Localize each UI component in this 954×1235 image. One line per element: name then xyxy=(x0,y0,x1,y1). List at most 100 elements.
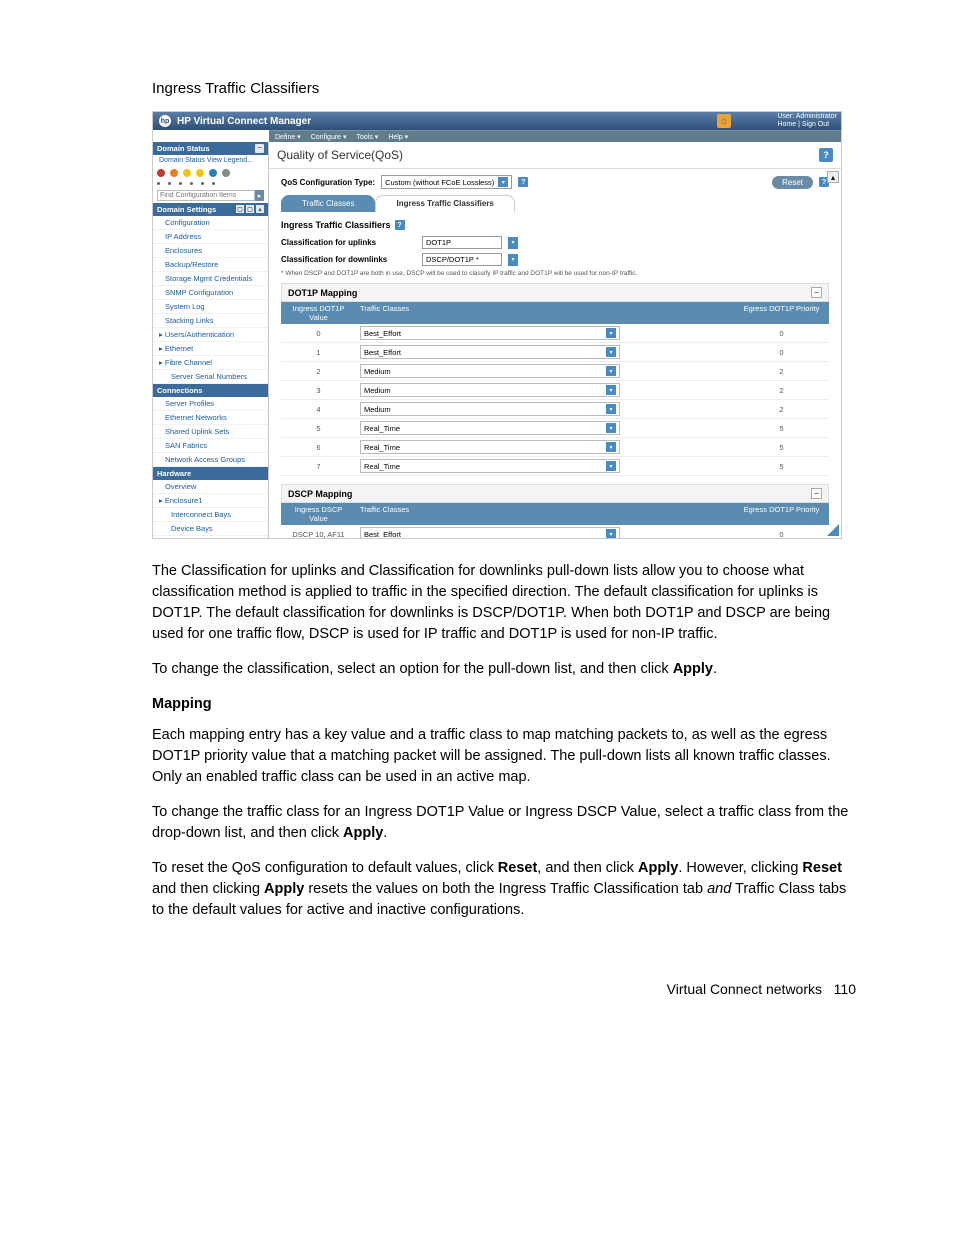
hp-logo-icon: hp xyxy=(159,115,171,127)
sidebar-domain-sub[interactable]: Domain Status View Legend... xyxy=(153,155,268,166)
chevron-down-icon[interactable]: ▾ xyxy=(508,237,518,249)
help-icon[interactable]: ? xyxy=(395,220,405,230)
sidebar-item[interactable]: Backup/Restore xyxy=(153,258,268,272)
table-row: DSCP 10, AF11 Best_Effort▾ 0 xyxy=(281,525,829,538)
tab-traffic-classes[interactable]: Traffic Classes xyxy=(281,195,375,212)
sidebar-item[interactable]: SAN Fabrics xyxy=(153,439,268,453)
egress-priority: 0 xyxy=(734,528,829,539)
menu-help[interactable]: Help ▾ xyxy=(388,133,408,141)
traffic-class-select[interactable]: Medium▾ xyxy=(360,402,620,416)
sidebar-domain-status-header[interactable]: Domain Status − xyxy=(153,142,268,155)
menu-tools[interactable]: Tools ▾ xyxy=(357,133,379,141)
paragraph: Each mapping entry has a key value and a… xyxy=(152,725,856,788)
status-unknown-icon[interactable] xyxy=(222,169,230,177)
chevron-down-icon: ▾ xyxy=(606,366,616,376)
ingress-value: 1 xyxy=(281,346,356,359)
menu-configure[interactable]: Configure ▾ xyxy=(311,133,347,141)
collapse-icon[interactable]: − xyxy=(811,287,822,298)
sidebar-item-ethernet[interactable]: ▸ Ethernet xyxy=(153,342,268,356)
traffic-class-select[interactable]: Real_Time▾ xyxy=(360,421,620,435)
paragraph: To change the classification, select an … xyxy=(152,659,856,680)
egress-priority: 2 xyxy=(734,365,829,378)
help-icon[interactable]: ? xyxy=(518,177,528,187)
sidebar-item[interactable]: Enclosures xyxy=(153,244,268,258)
traffic-class-cell: Real_Time▾ xyxy=(356,419,734,437)
egress-priority: 0 xyxy=(734,346,829,359)
tabs: Traffic Classes Ingress Traffic Classifi… xyxy=(281,195,829,212)
traffic-class-select[interactable]: Medium▾ xyxy=(360,364,620,378)
sidebar-connections-header[interactable]: Connections xyxy=(153,384,268,397)
dscp-table-header: Ingress DSCP Value Traffic Classes Egres… xyxy=(281,503,829,525)
sidebar-item[interactable]: Server Profiles xyxy=(153,397,268,411)
user-links[interactable]: Home | Sign Out xyxy=(777,121,837,129)
sidebar-item-remote-enclosure[interactable]: ▸ RemoteEnclosure1 xyxy=(153,536,268,538)
sidebar-domain-settings-header[interactable]: Domain Settings ▢▢▴ xyxy=(153,203,268,216)
home-icon[interactable] xyxy=(717,114,731,128)
dscp-mapping-header[interactable]: DSCP Mapping − xyxy=(281,484,829,503)
chevron-down-icon: ▾ xyxy=(606,347,616,357)
sidebar-item[interactable]: Network Access Groups xyxy=(153,453,268,467)
ingress-value: 6 xyxy=(281,441,356,454)
sidebar-item[interactable]: Storage Mgmt Credentials xyxy=(153,272,268,286)
document-body: The Classification for uplinks and Class… xyxy=(152,561,856,921)
sidebar-search[interactable]: ▸ xyxy=(153,188,268,203)
status-warning-icon[interactable] xyxy=(196,169,204,177)
menu-define[interactable]: Define ▾ xyxy=(275,133,301,141)
traffic-class-select[interactable]: Medium▾ xyxy=(360,383,620,397)
status-info-icon[interactable] xyxy=(209,169,217,177)
ingress-value: DSCP 10, AF11 xyxy=(281,528,356,539)
sidebar-item-enclosure1[interactable]: ▸ Enclosure1 xyxy=(153,494,268,508)
status-major-icon[interactable] xyxy=(170,169,178,177)
ingress-value: 4 xyxy=(281,403,356,416)
dot1p-mapping-header[interactable]: DOT1P Mapping − xyxy=(281,283,829,302)
qos-config-type-label: QoS Configuration Type: xyxy=(281,178,375,187)
sidebar-item-fibre-channel[interactable]: ▸ Fibre Channel xyxy=(153,356,268,370)
status-critical-icon[interactable] xyxy=(157,169,165,177)
sidebar-item-overview[interactable]: Overview xyxy=(153,480,268,494)
search-go-icon[interactable]: ▸ xyxy=(255,190,264,201)
chevron-down-icon[interactable]: ▾ xyxy=(508,254,518,266)
sidebar-item-users-auth[interactable]: ▸ Users/Authentication xyxy=(153,328,268,342)
status-count-row xyxy=(153,180,268,188)
chevron-down-icon: ▾ xyxy=(606,328,616,338)
sidebar-item[interactable]: System Log xyxy=(153,300,268,314)
help-icon[interactable]: ? xyxy=(819,148,833,162)
sidebar-hardware-header[interactable]: Hardware xyxy=(153,467,268,480)
main-title: Quality of Service(QoS) xyxy=(277,148,819,162)
scroll-up-icon[interactable]: ▴ xyxy=(827,171,839,183)
traffic-class-select[interactable]: Real_Time▾ xyxy=(360,459,620,473)
sidebar-item[interactable]: IP Address xyxy=(153,230,268,244)
tree-collapse-icon[interactable]: ▢ xyxy=(236,205,244,213)
sidebar-item[interactable]: Shared Uplink Sets xyxy=(153,425,268,439)
sidebar-item-interconnect-bays[interactable]: Interconnect Bays xyxy=(153,508,268,522)
user-info: User: Administrator Home | Sign Out xyxy=(777,113,837,129)
collapse-icon[interactable]: − xyxy=(255,144,264,153)
traffic-class-select[interactable]: Best_Effort▾ xyxy=(360,345,620,359)
traffic-class-select[interactable]: Best_Effort▾ xyxy=(360,527,620,538)
egress-priority: 5 xyxy=(734,441,829,454)
table-row: 6 Real_Time▾ 5 xyxy=(281,438,829,457)
chevron-down-icon: ▾ xyxy=(606,423,616,433)
sidebar-item-device-bays[interactable]: Device Bays xyxy=(153,522,268,536)
scroll-up-icon[interactable]: ▴ xyxy=(256,205,264,213)
collapse-icon[interactable]: − xyxy=(811,488,822,499)
table-row: 0Best_Effort▾0 xyxy=(281,324,829,343)
reset-button[interactable]: Reset xyxy=(772,176,813,189)
menubar[interactable]: Define ▾ Configure ▾ Tools ▾ Help ▾ xyxy=(269,130,841,142)
sidebar-domain-status-label: Domain Status xyxy=(157,144,210,153)
sidebar-item[interactable]: Stacking Links xyxy=(153,314,268,328)
sidebar-item[interactable]: SNMP Configuration xyxy=(153,286,268,300)
sidebar-item[interactable]: Ethernet Networks xyxy=(153,411,268,425)
status-minor-icon[interactable] xyxy=(183,169,191,177)
chevron-down-icon: ▾ xyxy=(606,461,616,471)
qos-config-type-select[interactable]: Custom (without FCoE Lossless)▾ xyxy=(381,175,512,189)
tab-ingress-classifiers[interactable]: Ingress Traffic Classifiers xyxy=(375,195,514,212)
traffic-class-select[interactable]: Real_Time▾ xyxy=(360,440,620,454)
traffic-class-select[interactable]: Best_Effort▾ xyxy=(360,326,620,340)
sidebar-item[interactable]: Configuration xyxy=(153,216,268,230)
sidebar-item-server-serial[interactable]: Server Serial Numbers xyxy=(153,370,268,384)
tree-expand-icon[interactable]: ▢ xyxy=(246,205,254,213)
search-input[interactable] xyxy=(157,190,255,201)
classification-uplinks-select[interactable]: DOT1P xyxy=(422,236,502,249)
classification-downlinks-select[interactable]: DSCP/DOT1P * xyxy=(422,253,502,266)
